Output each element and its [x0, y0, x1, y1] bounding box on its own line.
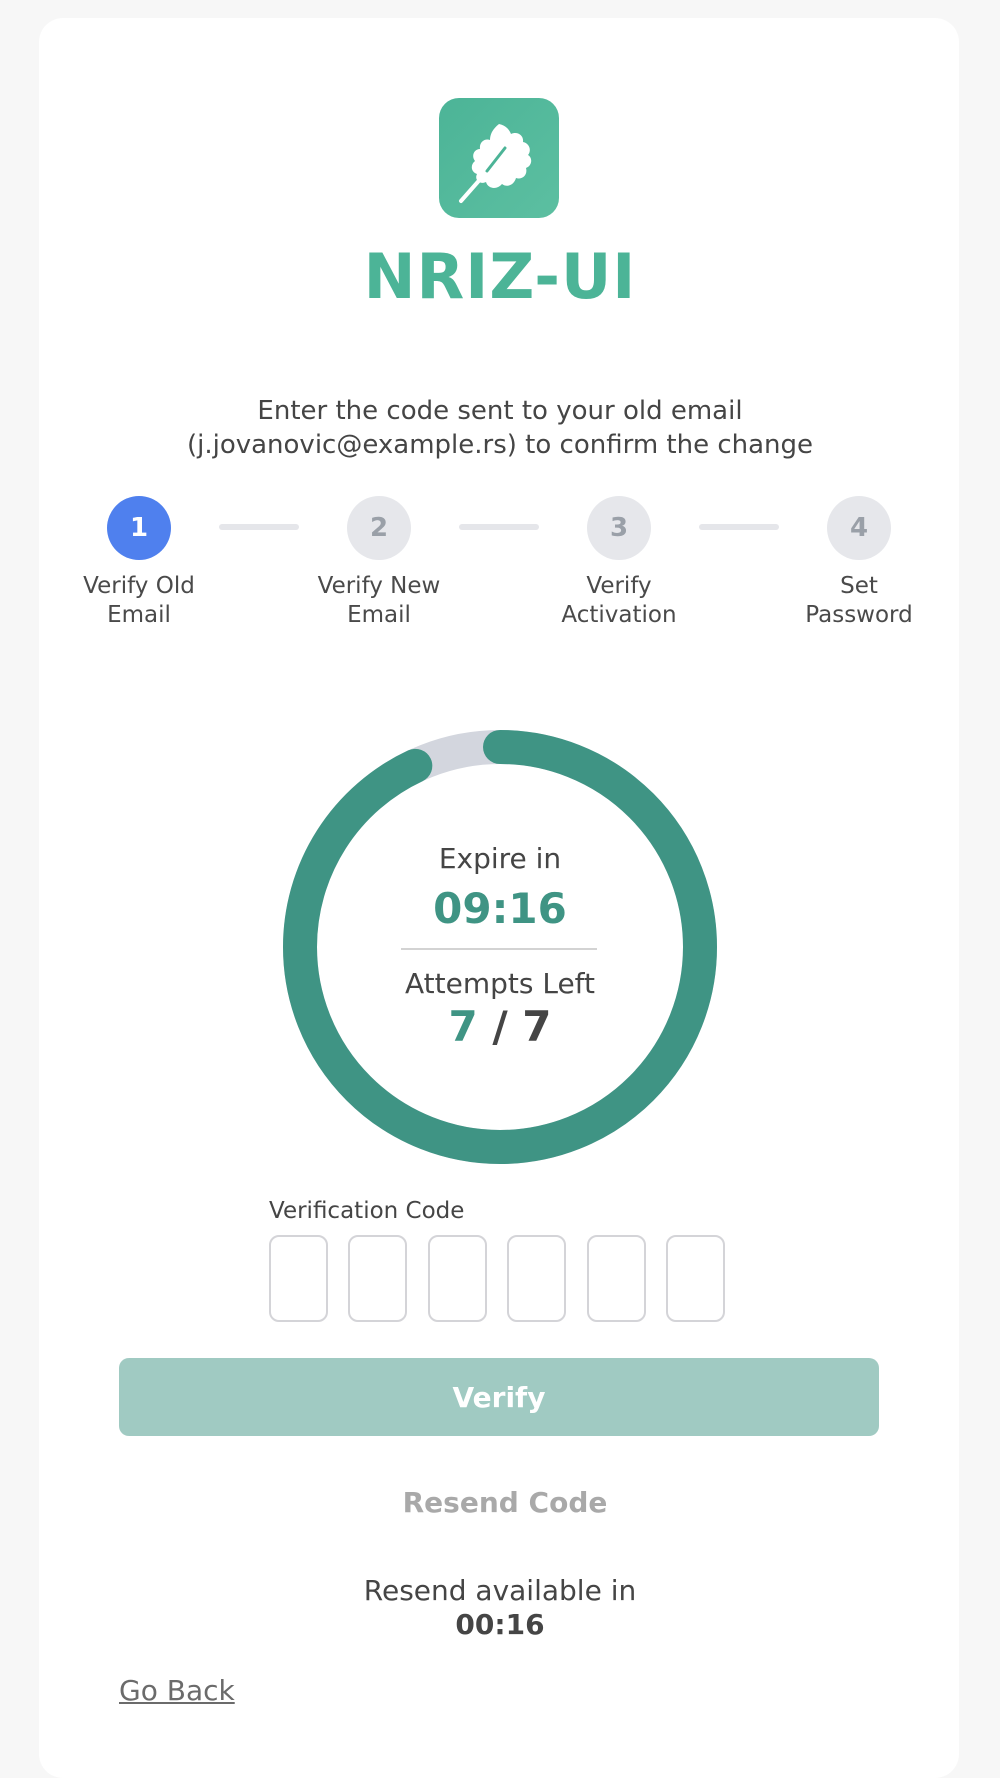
verification-code-label: Verification Code [269, 1198, 465, 1224]
step-connector [459, 524, 539, 530]
step-3-indicator: 3 [587, 496, 651, 560]
instruction-line-2: (j.jovanovic@example.rs) to confirm the … [186, 430, 814, 460]
verify-button[interactable]: Verify [119, 1358, 879, 1436]
attempts-label: Attempts Left [404, 967, 596, 1000]
instruction-text: Enter the code sent to your old email (j… [100, 394, 900, 462]
step-3-label-line-1: Verify [586, 573, 652, 599]
code-digit-5-input[interactable] [587, 1235, 646, 1322]
instruction-line-1: Enter the code sent to your old email [257, 396, 743, 426]
code-digit-4-input[interactable] [507, 1235, 566, 1322]
expire-countdown: 09:16 [433, 884, 567, 933]
step-2-label-line-1: Verify New [317, 573, 441, 599]
attempts-separator: / [477, 1002, 523, 1051]
resend-code-button[interactable]: Resend Code [0, 1486, 1000, 1519]
app-logo [439, 98, 559, 218]
resend-availability: Resend available in 00:16 [0, 1574, 1000, 1642]
step-1-label-line-1: Verify Old [83, 573, 195, 599]
step-connector [699, 524, 779, 530]
step-1-indicator: 1 [107, 496, 171, 560]
resend-available-label: Resend available in [363, 1574, 637, 1607]
code-digit-3-input[interactable] [428, 1235, 487, 1322]
attempts-counter: 7 / 7 [0, 1002, 1000, 1051]
code-digit-2-input[interactable] [348, 1235, 407, 1322]
step-1-label-line-2: Email [107, 602, 171, 628]
code-digit-6-input[interactable] [666, 1235, 725, 1322]
step-2-label: Verify New Email [289, 572, 469, 630]
step-2-label-line-2: Email [347, 602, 411, 628]
expire-label: Expire in [438, 842, 562, 875]
app-title: NRIZ-UI [363, 240, 637, 313]
step-3-label-line-2: Activation [561, 602, 677, 628]
step-connector [219, 524, 299, 530]
step-4-label: Set Password [769, 572, 949, 630]
step-4-label-line-1: Set [840, 573, 878, 599]
step-3-label: Verify Activation [529, 572, 709, 630]
oak-leaf-icon [459, 124, 532, 203]
step-4-indicator: 4 [827, 496, 891, 560]
code-digit-1-input[interactable] [269, 1235, 328, 1322]
countdown-ring [283, 730, 717, 1164]
attempts-left-value: 7 [448, 1002, 478, 1051]
go-back-link[interactable]: Go Back [119, 1674, 235, 1707]
ring-divider [401, 948, 597, 950]
countdown-ring-progress [283, 730, 717, 1164]
resend-countdown: 00:16 [455, 1608, 545, 1641]
attempts-total-value: 7 [522, 1002, 552, 1051]
step-4-label-line-2: Password [805, 602, 913, 628]
step-2-indicator: 2 [347, 496, 411, 560]
step-1-label: Verify Old Email [49, 572, 229, 630]
